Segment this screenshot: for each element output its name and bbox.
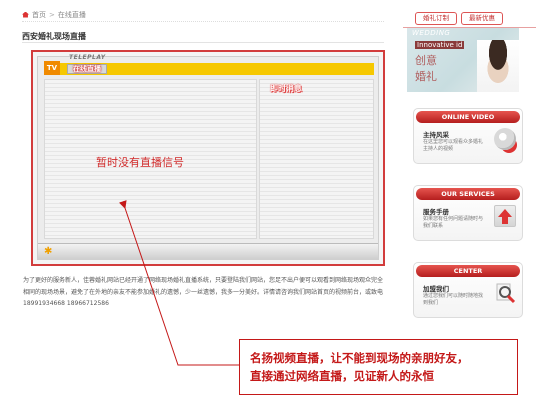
center-text: 通过您我们可以随时随地找到我们	[423, 293, 484, 306]
tab-latest-offers[interactable]: 最新优惠	[461, 12, 503, 25]
live-description: 为了更好的服务新人，佳蓉婚礼网站已经开通了网络现场婚礼直播系统，只要登陆我们网站…	[23, 277, 384, 307]
breadcrumb-home-link[interactable]: 首页	[32, 10, 46, 20]
center-title: 加盟我们	[423, 285, 449, 293]
annotation-line-1: 名扬视频直播，让不能到现场的亲朋好友，	[250, 351, 469, 365]
page-title: 西安婚礼现场直播	[22, 32, 86, 41]
instant-message-title: 即时消息	[270, 84, 302, 93]
center-box[interactable]: CENTER 加盟我们 通过您我们可以随时随地找到我们	[413, 262, 523, 318]
breadcrumb-current: 在线直播	[57, 10, 86, 19]
center-header: CENTER	[416, 265, 520, 277]
page: 首页 > 在线直播 西安婚礼现场直播 TV TELEPLAY 在线直播 暂时没有…	[0, 0, 548, 409]
live-player: TV TELEPLAY 在线直播 暂时没有直播信号 即时消息 ✱	[37, 54, 379, 260]
banner-title-line-2: 婚礼	[415, 70, 437, 83]
our-services-title: 服务手册	[423, 208, 449, 216]
instant-message-panel[interactable]: 即时消息	[259, 79, 374, 239]
player-control-bar: ✱	[38, 243, 378, 259]
online-video-header: ONLINE VIDEO	[416, 111, 520, 123]
breadcrumb: 首页 > 在线直播	[22, 8, 384, 22]
annotation-callout: 名扬视频直播，让不能到现场的亲朋好友， 直接通过网络直播，见证新人的永恒	[239, 339, 518, 395]
video-disc-icon	[494, 128, 516, 150]
annotation-line-2: 直接通过网络直播，见证新人的永恒	[250, 369, 434, 383]
banner-wedding-text: WEDDING	[412, 29, 451, 37]
tv-badge: TV	[44, 61, 60, 75]
star-icon[interactable]: ✱	[44, 246, 52, 258]
no-signal-message: 暂时没有直播信号	[96, 156, 184, 169]
tab-wedding-custom[interactable]: 婚礼订制	[415, 12, 457, 25]
our-services-text: 如果您有任何问题请随时与我们联系	[423, 216, 484, 229]
live-tag: 在线直播	[67, 64, 107, 74]
home-icon[interactable]	[22, 11, 29, 18]
breadcrumb-separator: >	[49, 10, 55, 19]
online-video-box[interactable]: ONLINE VIDEO 主持风采 在这里您可以观看众多婚礼主持人的视频	[413, 108, 523, 164]
live-player-frame: TV TELEPLAY 在线直播 暂时没有直播信号 即时消息 ✱	[31, 50, 385, 266]
service-arrow-icon	[494, 205, 516, 227]
our-services-header: OUR SERVICES	[416, 188, 520, 200]
banner-title-line-1: 创意	[415, 54, 437, 67]
player-title-bar: TV TELEPLAY 在线直播	[44, 54, 374, 75]
banner-tagline: Innovative id	[415, 41, 465, 49]
title-divider	[22, 42, 384, 43]
creative-wedding-banner[interactable]: WEDDING Innovative id 创意 婚礼	[407, 28, 519, 92]
our-services-box[interactable]: OUR SERVICES 服务手册 如果您有任何问题请随时与我们联系	[413, 185, 523, 241]
couple-photo	[477, 40, 519, 92]
online-video-text: 在这里您可以观看众多婚礼主持人的视频	[423, 139, 484, 152]
video-area[interactable]: 暂时没有直播信号	[44, 79, 257, 239]
search-magnifier-icon	[494, 282, 516, 304]
teleplay-brand: TELEPLAY	[69, 54, 106, 61]
online-video-title: 主持风采	[423, 131, 449, 139]
